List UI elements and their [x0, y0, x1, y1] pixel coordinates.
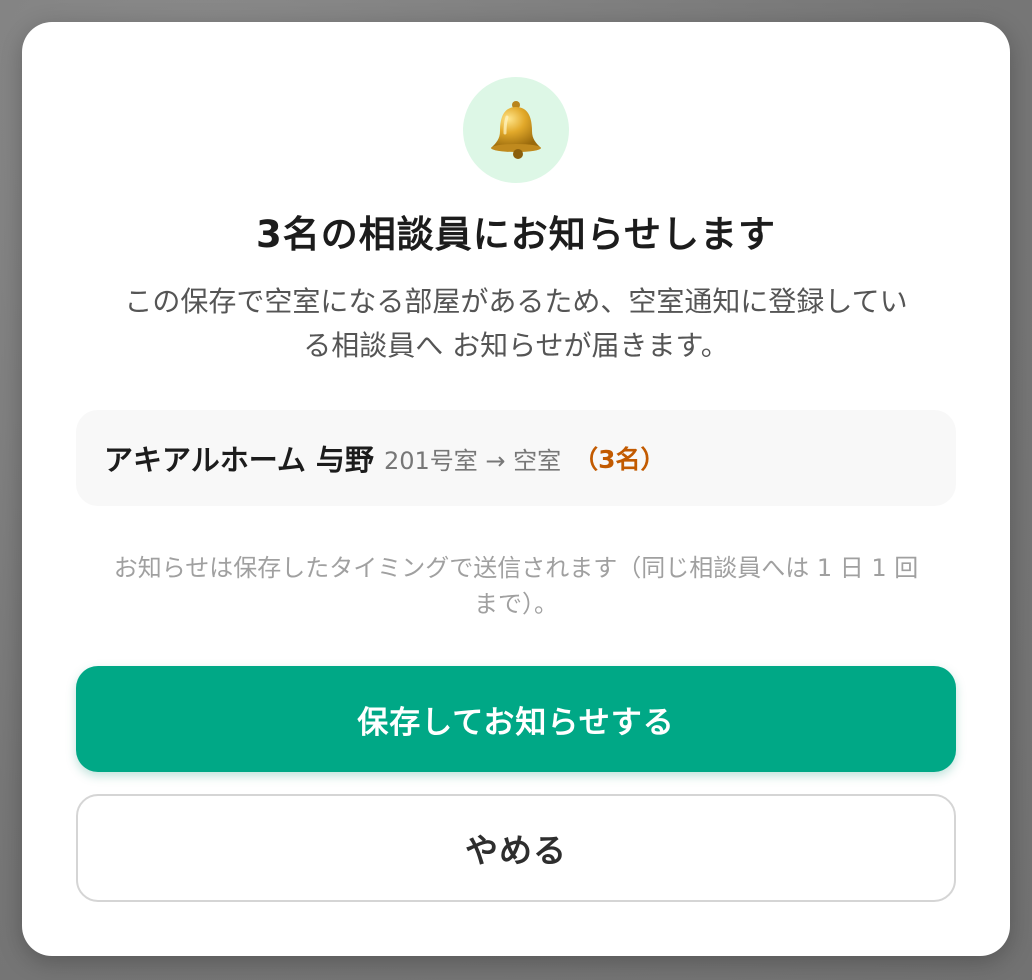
bell-icon-badge — [463, 77, 569, 183]
description-line-2: る相談員へ お知らせが届きます。 — [303, 329, 729, 362]
cancel-button[interactable]: やめる — [76, 794, 956, 902]
room-summary-card: アキアルホーム 与野 201号室 → 空室 （3名） — [76, 410, 956, 506]
dialog-description: この保存で空室になる部屋があるため、空室通知に登録してい る相談員へ お知らせが… — [82, 280, 950, 368]
send-timing-note: お知らせは保存したタイミングで送信されます（同じ相談員へは 1 日 1 回 まで… — [74, 550, 958, 622]
bell-icon — [491, 101, 541, 159]
note-line-2: まで）。 — [474, 590, 558, 618]
description-line-1: この保存で空室になる部屋があるため、空室通知に登録してい — [124, 285, 908, 318]
room-property-name: アキアルホーム 与野 — [104, 443, 374, 477]
room-status-change: 201号室 → 空室 — [383, 446, 562, 475]
dialog-title: 3名の相談員にお知らせします — [255, 213, 776, 256]
notification-confirm-dialog: 3名の相談員にお知らせします この保存で空室になる部屋があるため、空室通知に登録… — [22, 22, 1010, 956]
recipient-count-badge: （3名） — [573, 445, 666, 474]
note-line-1: お知らせは保存したタイミングで送信されます（同じ相談員へは 1 日 1 回 — [113, 554, 919, 582]
save-and-notify-button[interactable]: 保存してお知らせする — [76, 666, 956, 772]
